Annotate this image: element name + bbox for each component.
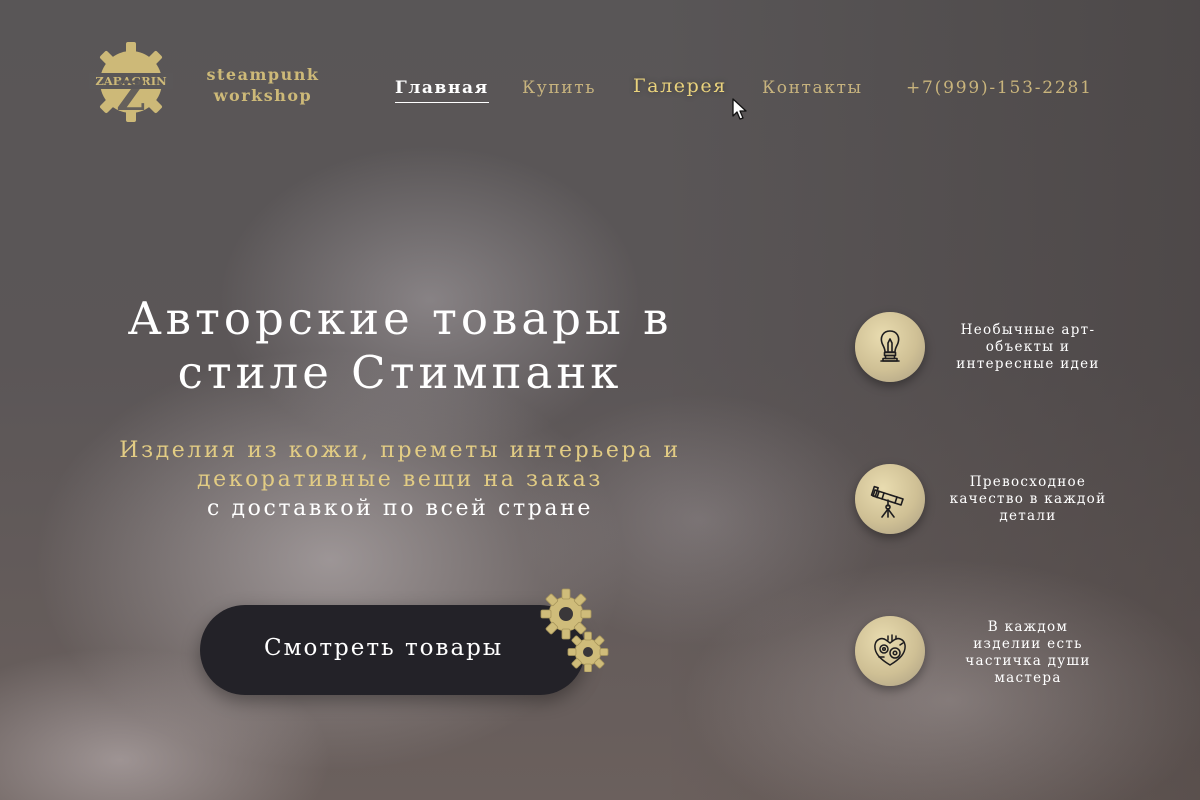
logo[interactable]: ZABAGRIN Z [88, 40, 174, 124]
feature-text: В каждом изделии есть частичка души маст… [943, 619, 1113, 687]
nav-item-gallery[interactable]: Галерея [633, 75, 727, 97]
hero-subtitle-line-2: декоративные вещи на заказ [196, 467, 604, 492]
phone-link[interactable]: +7(999)-153-2281 [906, 78, 1093, 98]
hero-subtitle-line-1: Изделия из кожи, преметы интерьера и [119, 438, 681, 463]
feature-icon-circle [855, 616, 925, 686]
feature-icon-circle [855, 312, 925, 382]
view-products-button[interactable]: Смотреть товары [200, 605, 585, 695]
feature-quality: Превосходное качество в каждой детали [855, 464, 1115, 544]
feature-line: детали [999, 508, 1057, 524]
feature-line: В каждом [987, 619, 1069, 635]
nav-item-buy[interactable]: Купить [522, 78, 596, 98]
telescope-icon [870, 485, 904, 518]
hero-subtitle-line-3: с доставкой по всей стране [206, 496, 593, 521]
svg-text:Z: Z [116, 73, 145, 120]
nav-item-contacts[interactable]: Контакты [762, 78, 863, 98]
feature-icon-circle [855, 464, 925, 534]
hero-title: Авторские товары в стиле Стимпанк [70, 292, 730, 400]
feature-line: изделии есть [973, 636, 1083, 652]
view-products-label: Смотреть товары [264, 635, 504, 661]
feature-line: интересные идеи [956, 356, 1100, 372]
feature-soul: В каждом изделии есть частичка души маст… [855, 616, 1115, 696]
feature-art-objects: Необычные арт- объекты и интересные идеи [855, 312, 1115, 392]
feature-line: частичка души [965, 653, 1091, 669]
feature-line: Необычные арт- [960, 322, 1096, 338]
feature-line: мастера [994, 670, 1062, 686]
nav-item-home[interactable]: Главная [395, 78, 489, 103]
brand-line-1: steampunk [206, 65, 320, 84]
hero-title-line-1: Авторские товары в [127, 292, 673, 345]
mechanical-heart-icon [874, 634, 906, 666]
feature-line: качество в каждой [949, 491, 1107, 507]
mouse-cursor-icon [732, 98, 747, 120]
brand-line-2: workshop [213, 86, 313, 105]
hero-subtitle: Изделия из кожи, преметы интерьера и дек… [60, 436, 740, 523]
feature-line: объекты и [985, 339, 1071, 355]
feature-text: Необычные арт- объекты и интересные идеи [943, 322, 1113, 373]
hero-title-line-2: стиле Стимпанк [177, 346, 623, 399]
gears-icon [540, 588, 609, 672]
brand-name: steampunk workshop [198, 64, 328, 106]
lightbulb-icon [880, 330, 900, 362]
feature-text: Превосходное качество в каждой детали [943, 474, 1113, 525]
gear-logo-icon: ZABAGRIN Z [89, 42, 173, 122]
feature-line: Превосходное [969, 474, 1087, 490]
